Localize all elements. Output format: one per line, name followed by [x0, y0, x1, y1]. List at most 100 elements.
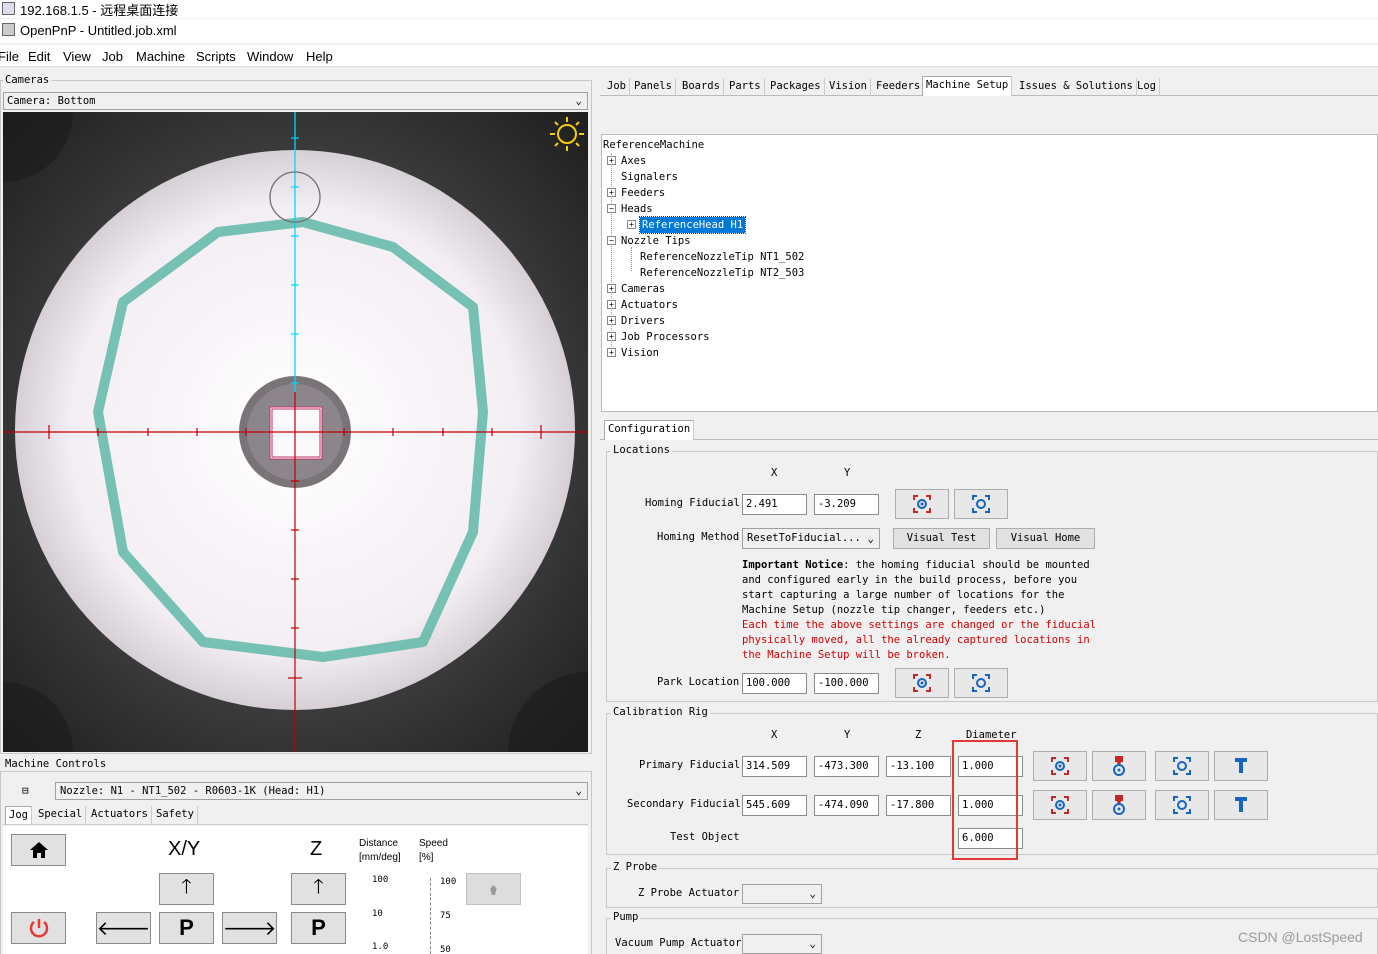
tab-panels[interactable]: Panels — [631, 78, 676, 96]
menu-file[interactable]: File — [0, 49, 19, 64]
menu-edit[interactable]: Edit — [28, 49, 50, 64]
tree-reference-head-h1[interactable]: ReferenceHead H1 — [638, 216, 747, 234]
secondary-move-tool-button[interactable] — [1214, 790, 1268, 820]
secondary-x-field[interactable]: 545.609 — [742, 795, 807, 816]
tab-issues-solutions[interactable]: Issues & Solutions — [1016, 78, 1137, 96]
move-camera-icon — [1173, 796, 1191, 814]
homing-fiducial-x-field[interactable]: 2.491 — [742, 494, 807, 515]
tree-root[interactable]: ReferenceMachine — [603, 137, 704, 153]
jog-z-plus-button[interactable]: 🡑 — [291, 873, 346, 905]
visual-home-button[interactable]: Visual Home — [996, 528, 1095, 549]
visual-test-button[interactable]: Visual Test — [893, 528, 990, 549]
menu-scripts[interactable]: Scripts — [196, 49, 236, 64]
secondary-z-field[interactable]: -17.800 — [886, 795, 951, 816]
z-label: Z — [310, 838, 323, 860]
tab-job[interactable]: Job — [604, 78, 630, 96]
z-probe-actuator-select[interactable]: ⌄ — [742, 884, 822, 904]
power-button[interactable] — [11, 912, 66, 944]
home-button[interactable] — [11, 834, 66, 866]
park-xy-button[interactable]: P — [159, 912, 214, 944]
move-camera-button[interactable] — [954, 489, 1008, 519]
menu-help[interactable]: Help — [306, 49, 333, 64]
tree-job-processors[interactable]: Job Processors — [621, 329, 710, 345]
camera-view[interactable] — [3, 112, 588, 752]
menu-job[interactable]: Job — [102, 49, 123, 64]
calibration-legend: Calibration Rig — [611, 706, 710, 718]
secondary-y-field[interactable]: -474.090 — [814, 795, 879, 816]
tab-feeders[interactable]: Feeders — [873, 78, 925, 96]
discard-button[interactable]: ⚱ — [466, 873, 521, 905]
collapse-icon[interactable]: ⊟ — [22, 784, 29, 797]
tree-nozzle-tip-nt2[interactable]: ReferenceNozzleTip NT2_503 — [640, 265, 804, 281]
park-move-camera-button[interactable] — [954, 668, 1008, 698]
primary-x-field[interactable]: 314.509 — [742, 756, 807, 777]
tab-parts[interactable]: Parts — [726, 78, 765, 96]
secondary-capture-camera-button[interactable] — [1033, 790, 1087, 820]
expand-icon[interactable]: + — [607, 156, 616, 165]
homing-method-select[interactable]: ResetToFiducial... ⌄ — [742, 528, 880, 549]
park-capture-camera-button[interactable] — [895, 668, 949, 698]
collapse-icon[interactable]: − — [607, 236, 616, 245]
camera-select[interactable]: Camera: Bottom ⌄ — [3, 92, 588, 110]
tree-actuators[interactable]: Actuators — [621, 297, 678, 313]
tree-heads[interactable]: Heads — [621, 201, 653, 217]
tab-log[interactable]: Log — [1134, 78, 1160, 96]
speed-tick-75: 75 — [440, 911, 451, 921]
menu-machine[interactable]: Machine — [136, 49, 185, 64]
tree-nozzle-tip-nt1[interactable]: ReferenceNozzleTip NT1_502 — [640, 249, 804, 265]
menu-window[interactable]: Window — [247, 49, 293, 64]
primary-move-tool-button[interactable] — [1214, 751, 1268, 781]
primary-z-field[interactable]: -13.100 — [886, 756, 951, 777]
homing-fiducial-y-field[interactable]: -3.209 — [814, 494, 879, 515]
secondary-capture-tool-button[interactable] — [1092, 790, 1146, 820]
park-x-field[interactable]: 100.000 — [742, 673, 807, 694]
park-z-button[interactable]: P — [291, 912, 346, 944]
secondary-move-camera-button[interactable] — [1155, 790, 1209, 820]
jog-x-minus-button[interactable]: 🡐 — [96, 912, 151, 944]
tab-configuration[interactable]: Configuration — [604, 420, 695, 440]
expand-icon[interactable]: + — [607, 300, 616, 309]
expand-icon[interactable]: + — [607, 316, 616, 325]
tree-vision[interactable]: Vision — [621, 345, 659, 361]
park-y-field[interactable]: -100.000 — [814, 673, 879, 694]
arrow-up-icon: 🡑 — [181, 876, 192, 898]
arrow-up-icon: 🡑 — [313, 876, 324, 898]
highlight-box — [952, 740, 1018, 860]
locations-y-header: Y — [844, 467, 851, 479]
jog-y-plus-button[interactable]: 🡑 — [159, 873, 214, 905]
primary-capture-camera-button[interactable] — [1033, 751, 1087, 781]
jog-x-plus-button[interactable]: 🡒 — [222, 912, 277, 944]
capture-camera-button[interactable] — [895, 489, 949, 519]
tree-axes[interactable]: Axes — [621, 153, 646, 169]
tab-machine-setup[interactable]: Machine Setup — [922, 76, 1013, 96]
distance-tick-10: 10 — [372, 909, 383, 919]
expand-icon[interactable]: + — [607, 284, 616, 293]
collapse-icon[interactable]: − — [607, 204, 616, 213]
chevron-down-icon: ⌄ — [809, 887, 816, 900]
tree-feeders[interactable]: Feeders — [621, 185, 665, 201]
tab-packages[interactable]: Packages — [767, 78, 825, 96]
primary-move-camera-button[interactable] — [1155, 751, 1209, 781]
expand-icon[interactable]: + — [607, 332, 616, 341]
tab-actuators[interactable]: Actuators — [88, 806, 152, 824]
machine-tree[interactable]: ReferenceMachine + Axes Signalers + Feed… — [601, 134, 1378, 412]
nozzle-select[interactable]: Nozzle: N1 - NT1_502 - R0603-1K (Head: H… — [55, 782, 588, 800]
tab-boards[interactable]: Boards — [679, 78, 724, 96]
tab-vision[interactable]: Vision — [826, 78, 871, 96]
tab-safety[interactable]: Safety — [153, 806, 198, 824]
vacuum-pump-actuator-select[interactable]: ⌄ — [742, 934, 822, 954]
tab-special[interactable]: Special — [35, 806, 87, 824]
tab-jog[interactable]: Jog — [5, 806, 32, 824]
tree-signalers[interactable]: Signalers — [621, 169, 678, 185]
pump-legend: Pump — [611, 911, 641, 923]
expand-icon[interactable]: + — [607, 348, 616, 357]
primary-y-field[interactable]: -473.300 — [814, 756, 879, 777]
expand-icon[interactable]: + — [607, 188, 616, 197]
primary-capture-tool-button[interactable] — [1092, 751, 1146, 781]
tree-cameras[interactable]: Cameras — [621, 281, 665, 297]
expand-icon[interactable]: + — [627, 220, 636, 229]
menu-view[interactable]: View — [63, 49, 91, 64]
speed-slider-track[interactable] — [430, 878, 434, 954]
tree-drivers[interactable]: Drivers — [621, 313, 665, 329]
light-sun-icon[interactable] — [547, 114, 587, 154]
